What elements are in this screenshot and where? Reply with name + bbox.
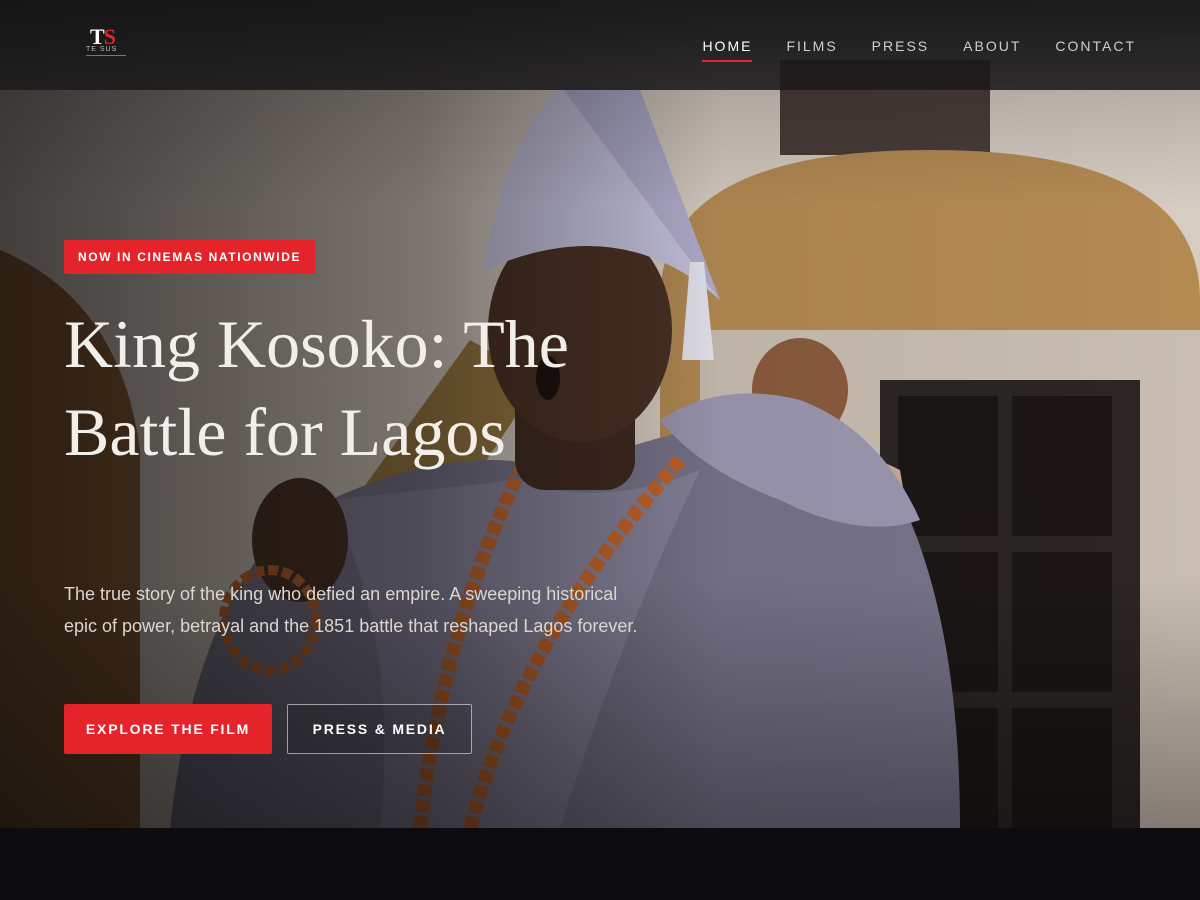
hero-tagline: The true story of the king who defied an… bbox=[64, 584, 638, 636]
nav-home[interactable]: HOME bbox=[702, 38, 753, 62]
nav-contact[interactable]: CONTACT bbox=[1055, 38, 1136, 62]
logo-wordmark: TE SUS bbox=[86, 46, 118, 53]
nav-about[interactable]: ABOUT bbox=[963, 38, 1021, 62]
nav-press[interactable]: PRESS bbox=[872, 38, 929, 62]
logo-divider bbox=[86, 55, 126, 56]
nav-films[interactable]: FILMS bbox=[786, 38, 837, 62]
status-badge: NOW IN CINEMAS NATIONWIDE bbox=[64, 240, 316, 274]
hero-title: King Kosoko: The Battle for Lagos bbox=[64, 306, 569, 470]
explore-film-button[interactable]: EXPLORE THE FILM bbox=[64, 704, 272, 754]
site-header: TS TE SUS HOME FILMS PRESS ABOUT CONTACT bbox=[0, 0, 1200, 90]
bottom-band bbox=[0, 828, 1200, 900]
press-media-button[interactable]: PRESS & MEDIA bbox=[287, 704, 472, 754]
main-nav: HOME FILMS PRESS ABOUT CONTACT bbox=[702, 38, 1136, 62]
brand-logo[interactable]: TS TE SUS bbox=[86, 26, 126, 60]
logo-mark: TS bbox=[90, 26, 116, 48]
